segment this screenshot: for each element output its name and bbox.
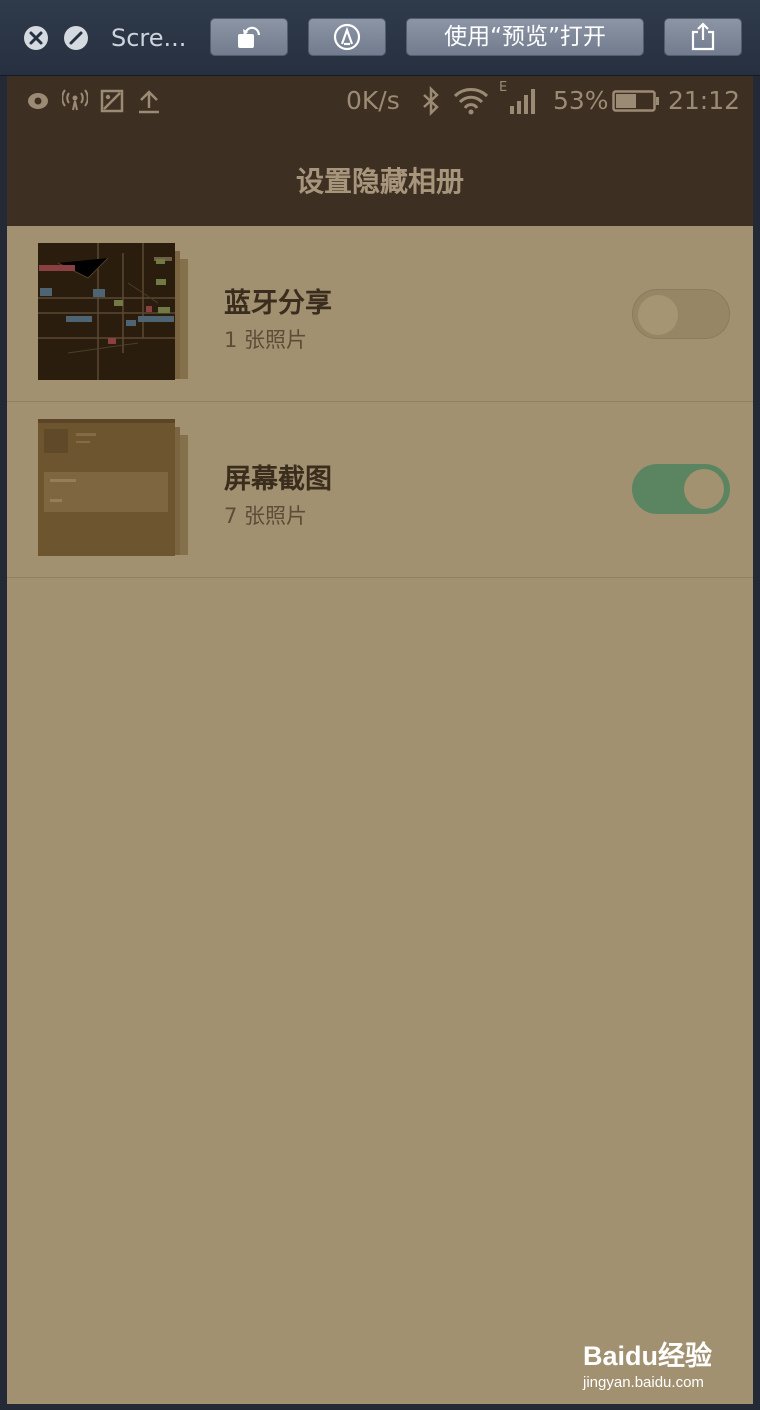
hotspot-icon xyxy=(62,89,88,111)
rotate-icon xyxy=(238,26,261,48)
network-type: E xyxy=(499,80,508,95)
baidu-jingyan-watermark: Baidu经验 jingyan.baidu.com xyxy=(583,1334,733,1394)
image-icon xyxy=(100,89,124,113)
hide-album-toggle[interactable] xyxy=(632,464,730,514)
album-name: 蓝牙分享 xyxy=(224,288,332,319)
network-speed: 0K/s xyxy=(346,86,400,115)
eye-icon xyxy=(28,93,48,109)
app-header: 设置隐藏相册 xyxy=(7,126,753,226)
watermark-logo: Baidu经验 xyxy=(583,1341,713,1371)
toggle-knob xyxy=(638,295,678,335)
page-title: 设置隐藏相册 xyxy=(295,165,464,198)
phone-screen: 0K/s E 53% 21:12 设置隐藏相册 蓝牙分享 1 张照片 屏幕截图 … xyxy=(7,76,753,1404)
battery-icon xyxy=(612,90,659,112)
map-thumbnail-image xyxy=(38,243,175,380)
album-thumbnail xyxy=(38,419,198,559)
album-thumbnail xyxy=(38,243,198,383)
open-with-preview-button[interactable]: 使用“预览”打开 xyxy=(406,18,644,56)
markup-icon xyxy=(333,23,361,51)
album-photo-count: 1 张照片 xyxy=(224,328,308,352)
status-bar: 0K/s E 53% 21:12 xyxy=(7,76,753,126)
bluetooth-icon xyxy=(423,86,439,116)
share-icon xyxy=(691,22,715,51)
window-title: Scre... xyxy=(111,24,187,52)
album-row-bluetooth[interactable]: 蓝牙分享 1 张照片 xyxy=(7,226,753,402)
share-button[interactable] xyxy=(664,18,742,56)
rotate-button[interactable] xyxy=(210,18,288,56)
close-icon[interactable] xyxy=(24,26,48,50)
block-icon[interactable] xyxy=(64,26,88,50)
status-time: 21:12 xyxy=(668,86,741,115)
quicklook-toolbar: Scre... 使用“预览”打开 xyxy=(0,0,760,76)
battery-percent: 53% xyxy=(553,86,609,115)
wifi-icon xyxy=(453,88,489,115)
upload-icon xyxy=(139,90,159,114)
album-photo-count: 7 张照片 xyxy=(224,504,308,528)
markup-button[interactable] xyxy=(308,18,386,56)
watermark-url: jingyan.baidu.com xyxy=(583,1374,704,1391)
album-name: 屏幕截图 xyxy=(224,464,332,495)
screenshot-thumbnail-image xyxy=(38,419,175,556)
hide-album-toggle[interactable] xyxy=(632,289,730,339)
album-row-screenshots[interactable]: 屏幕截图 7 张照片 xyxy=(7,402,753,578)
signal-icon xyxy=(510,89,535,114)
toggle-knob xyxy=(684,469,724,509)
